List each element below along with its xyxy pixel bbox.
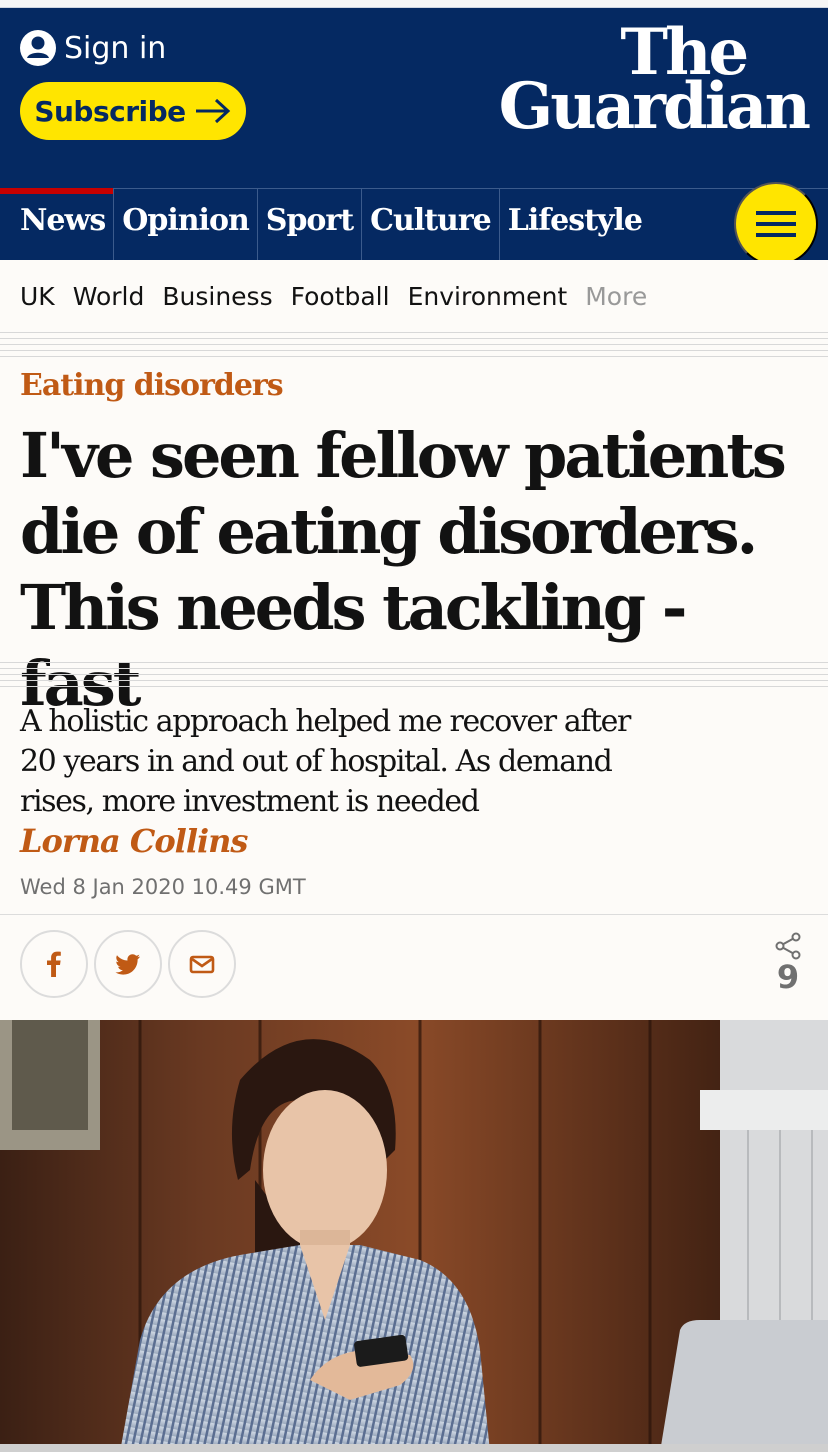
guardian-logo[interactable]: The Guardian	[498, 21, 811, 144]
subscribe-button[interactable]: Subscribe	[20, 82, 246, 140]
menu-button[interactable]	[734, 182, 818, 266]
user-icon	[20, 30, 56, 66]
subnav-item-uk[interactable]: UK	[20, 282, 55, 311]
share-twitter-button[interactable]	[94, 930, 162, 998]
subnav-item-business[interactable]: Business	[162, 282, 272, 311]
sub-nav: UK World Business Football Environment M…	[0, 260, 828, 332]
pillar-opinion[interactable]: Opinion	[114, 189, 258, 261]
section-kicker[interactable]: Eating disorders	[20, 368, 284, 403]
pillar-sport[interactable]: Sport	[258, 189, 363, 261]
pillar-culture[interactable]: Culture	[362, 189, 500, 261]
facebook-icon	[47, 951, 61, 977]
subnav-more[interactable]: More	[585, 282, 647, 311]
hero-image	[0, 1020, 828, 1452]
pillar-news[interactable]: News	[0, 188, 115, 261]
sign-in-label: Sign in	[64, 30, 167, 66]
share-facebook-button[interactable]	[20, 930, 88, 998]
share-count[interactable]: 9	[768, 932, 808, 996]
hamburger-icon-bar	[756, 211, 796, 215]
hamburger-icon-bar	[756, 233, 796, 237]
article-standfirst: A holistic approach helped me recover af…	[20, 704, 631, 819]
pillar-nav: News Opinion Sport Culture Lifestyle	[0, 188, 828, 261]
article-dateline: Wed 8 Jan 2020 10.49 GMT	[20, 875, 306, 899]
email-icon	[189, 955, 215, 974]
hamburger-icon-bar	[756, 222, 796, 226]
masthead: Sign in Subscribe The Guardian	[0, 8, 828, 188]
share-email-button[interactable]	[168, 930, 236, 998]
share-count-number: 9	[776, 958, 800, 996]
subscribe-label: Subscribe	[34, 94, 186, 128]
pillar-lifestyle[interactable]: Lifestyle	[500, 189, 650, 261]
subnav-item-football[interactable]: Football	[291, 282, 390, 311]
divider	[0, 914, 828, 915]
article-header: Eating disorders I've seen fellow patien…	[0, 332, 828, 1020]
status-strip	[0, 0, 828, 8]
logo-line-2: Guardian	[498, 68, 811, 144]
sign-in-link[interactable]: Sign in	[20, 30, 166, 66]
twitter-icon	[115, 954, 140, 975]
author-byline[interactable]: Lorna Collins	[20, 822, 248, 860]
subnav-item-world[interactable]: World	[73, 282, 145, 311]
hero-photo-woman-with-phone	[0, 1020, 828, 1452]
share-icon	[775, 932, 801, 960]
decorative-rules	[0, 662, 828, 687]
arrow-right-icon	[195, 98, 230, 124]
decorative-rules	[0, 332, 828, 357]
subnav-item-environment[interactable]: Environment	[408, 282, 568, 311]
